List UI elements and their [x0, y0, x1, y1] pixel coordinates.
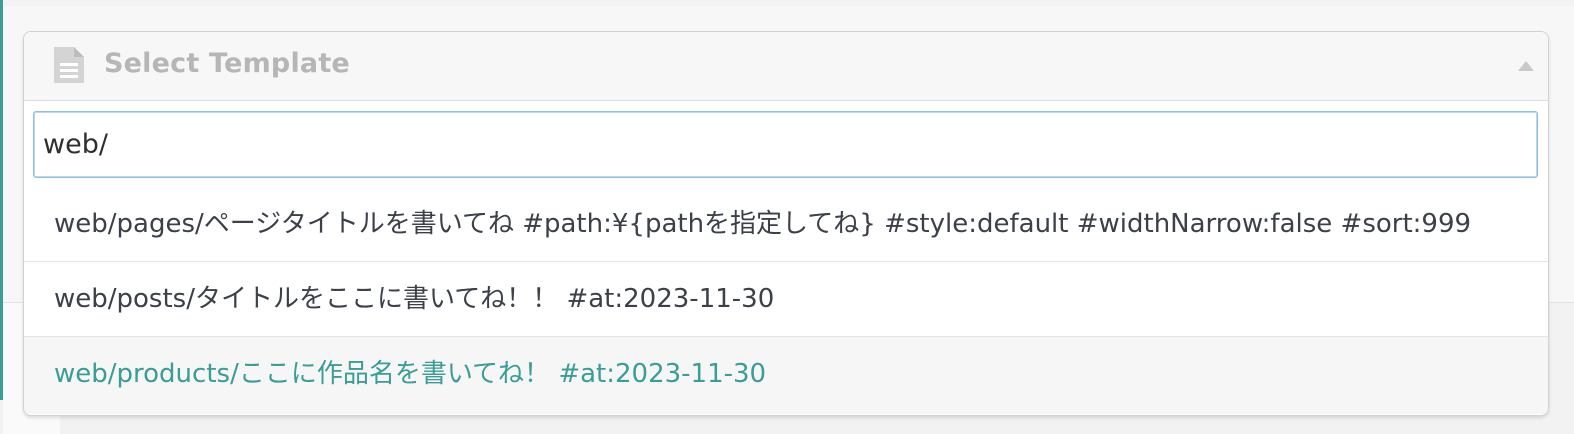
option-item[interactable]: web/pages/ページタイトルを書いてね #path:¥{pathを指定して… — [24, 187, 1548, 262]
caret-up-icon[interactable] — [1518, 61, 1534, 71]
template-select-header[interactable]: Select Template — [24, 32, 1548, 101]
template-search-input[interactable] — [33, 111, 1538, 178]
document-icon — [54, 47, 84, 83]
option-item[interactable]: web/posts/タイトルをここに書いてね！！ #at:2023-11-30 — [24, 262, 1548, 337]
option-item-highlighted[interactable]: web/products/ここに作品名を書いてね！ #at:2023-11-30 — [24, 337, 1548, 414]
template-select-dropdown: Select Template web/pages/ページタイトルを書いてね #… — [23, 31, 1549, 416]
options-list: web/pages/ページタイトルを書いてね #path:¥{pathを指定して… — [24, 187, 1548, 414]
select-placeholder: Select Template — [104, 48, 350, 79]
